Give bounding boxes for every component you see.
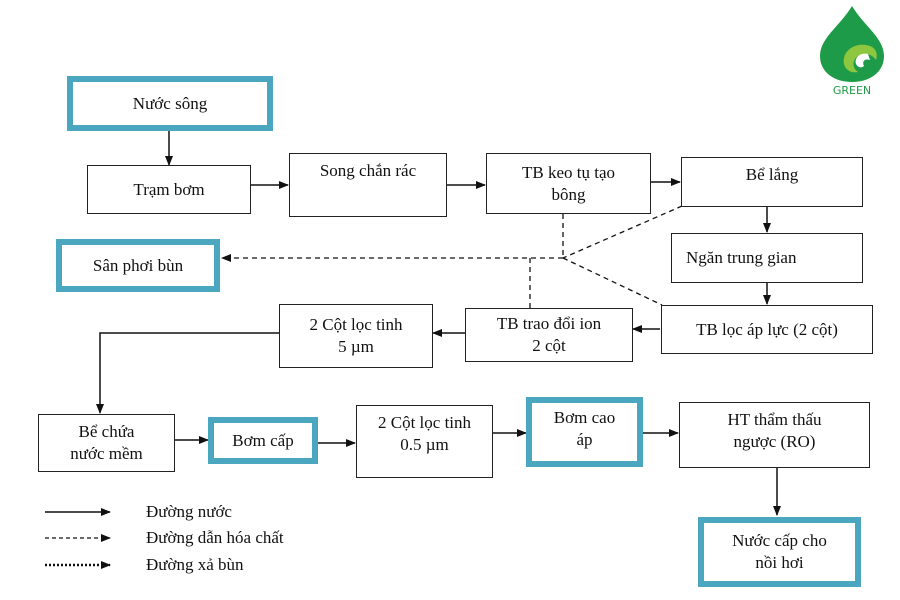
legend-solid-label: Đường nước [146, 502, 232, 521]
node-label: Nước sông [132, 93, 208, 113]
node-ngan-trung-gian: Ngăn trung gian [671, 233, 863, 283]
node-bom-cap: Bơm cấp [208, 417, 318, 464]
node-nuoc-cap-noi-hoi: Nước cấp cho nồi hơi [698, 517, 861, 587]
node-label: Bơm cấp [232, 430, 294, 450]
node-nuoc-song: Nước sông [67, 76, 273, 131]
node-tb-keo-tu: TB keo tụ tạo bông [486, 153, 651, 214]
process-diagram: Nước sông Sân phơi bùn Bơm cấp Bơm cao áp… [0, 0, 900, 600]
green-logo: GREEN [812, 4, 892, 97]
node-song-chan-rac: Song chắn rác [289, 153, 447, 217]
node-be-chua-nuoc-mem: Bể chứa nước mềm [38, 414, 175, 472]
node-label: Bơm cao áp [553, 408, 616, 449]
node-tram-bom: Trạm bơm [87, 165, 251, 214]
legend-dotted-label: Đường xả bùn [146, 555, 244, 574]
node-label: Nước cấp cho nồi hơi [732, 531, 827, 572]
node-tb-trao-doi-ion: TB trao đổi ion 2 cột [465, 308, 633, 362]
dash-junction-tbloc [562, 257, 663, 306]
node-cot-loc-5um: 2 Cột lọc tinh 5 µm [279, 304, 433, 368]
node-ro: HT thẩm thấu ngược (RO) [679, 402, 870, 468]
node-cot-loc-05um: 2 Cột lọc tinh 0.5 µm [356, 405, 493, 478]
leaf-drop-icon: GREEN [820, 6, 884, 97]
node-tb-loc-ap-luc: TB lọc áp lực (2 cột) [661, 305, 873, 354]
legend-dashed-label: Đường dẫn hóa chất [146, 528, 284, 547]
node-san-phoi-bun: Sân phơi bùn [56, 239, 220, 292]
node-label: Sân phơi bùn [92, 255, 184, 275]
node-be-lang: Bể lắng [681, 157, 863, 207]
node-bom-cao-ap: Bơm cao áp [526, 397, 643, 467]
arrow-cot5-bechua [96, 332, 279, 414]
logo-text: GREEN [833, 84, 871, 96]
